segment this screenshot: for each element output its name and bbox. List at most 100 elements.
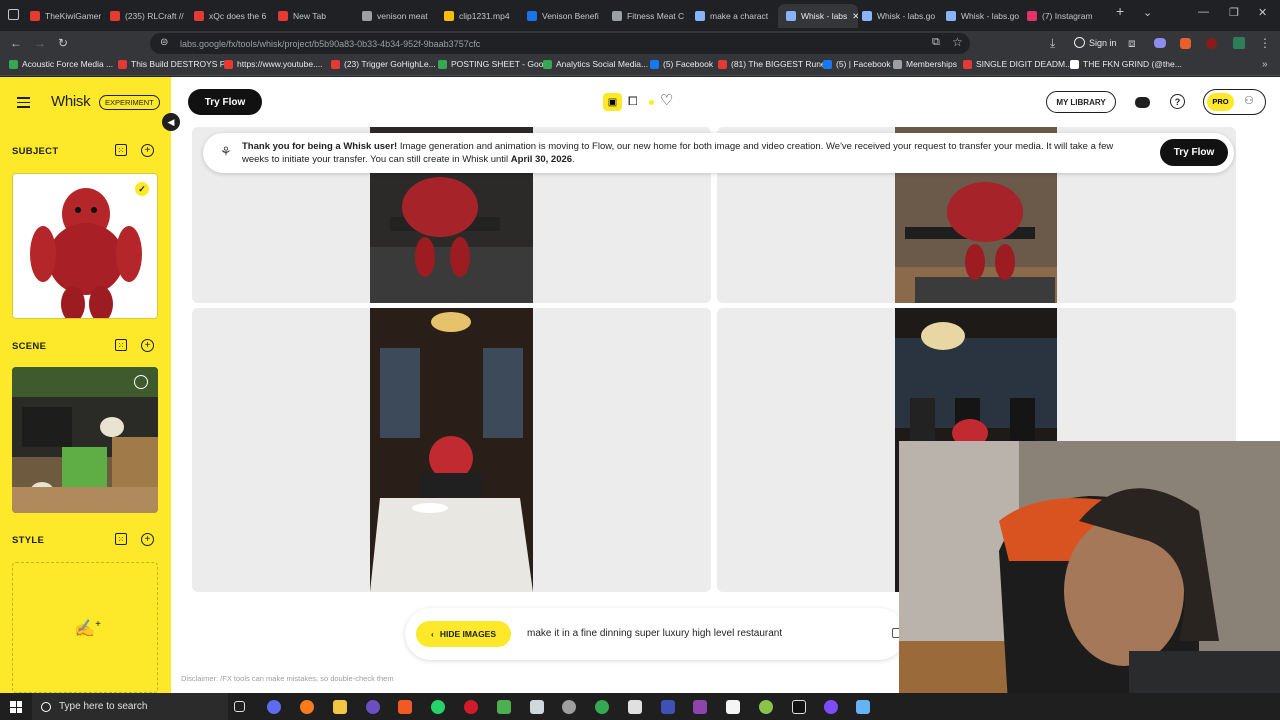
extension-orange-icon[interactable] (1180, 38, 1191, 49)
browser-tab[interactable]: Whisk - labs ✕ (778, 4, 858, 28)
tab-favicon-icon (1027, 11, 1037, 21)
browser-tab[interactable]: TheKiwiGamer (30, 4, 108, 28)
taskbar-app-19-icon[interactable] (856, 700, 870, 714)
collapse-sidebar-button[interactable]: ◀ (162, 113, 180, 131)
hide-images-button[interactable]: ‹ HIDE IMAGES (416, 621, 511, 647)
scene-image-card[interactable] (12, 367, 158, 513)
bookmark-item[interactable]: (5) | Facebook (823, 59, 891, 69)
bookmark-item[interactable]: Analytics Social Media... (543, 59, 648, 69)
taskbar-firefox-icon[interactable] (300, 700, 314, 714)
new-tab-icon[interactable]: + (1116, 3, 1124, 19)
discord-icon[interactable] (1135, 97, 1150, 108)
taskbar-app-8-icon[interactable] (497, 700, 511, 714)
try-flow-header-button[interactable]: Try Flow (188, 89, 262, 115)
taskbar-app-16-icon[interactable] (759, 700, 773, 714)
taskbar-explorer-icon[interactable] (333, 700, 347, 714)
tab-close-icon[interactable]: ✕ (852, 11, 858, 22)
taskbar-chrome-icon[interactable] (595, 700, 609, 714)
result-image-restaurant-1[interactable] (370, 308, 533, 592)
extension-discord-icon[interactable] (1154, 38, 1166, 48)
minimize-icon[interactable]: — (1198, 6, 1209, 18)
bookmark-item[interactable]: This Build DESTROYS P... (118, 59, 231, 69)
bookmark-item[interactable]: POSTING SHEET - Goo... (438, 59, 551, 69)
selected-check-icon[interactable]: ✓ (135, 182, 149, 196)
bookmark-item[interactable]: Memberships (893, 59, 957, 69)
taskbar-winrar-icon[interactable] (693, 700, 707, 714)
extension-vpn-icon[interactable] (1233, 37, 1245, 49)
style-dice-icon[interactable]: ⁙ (115, 533, 127, 545)
taskbar-app-17-icon[interactable] (792, 700, 806, 714)
extension-red-icon[interactable] (1206, 38, 1217, 49)
prompt-input[interactable]: make it in a fine dinning super luxury h… (527, 628, 782, 639)
help-icon[interactable]: ? (1170, 94, 1185, 109)
scene-dice-icon[interactable]: ⁙ (115, 339, 127, 351)
scene-add-icon[interactable]: + (141, 339, 154, 352)
browser-tab[interactable]: clip1231.mp4 (444, 4, 522, 28)
taskbar-app-13-icon[interactable] (661, 700, 675, 714)
browser-tab[interactable]: Fitness Meat C (612, 4, 690, 28)
tab-search-icon[interactable] (8, 9, 19, 20)
bookmark-label: (23) Trigger GoHighLe... (344, 59, 436, 69)
browser-tab[interactable]: xQc does the 6 (194, 4, 274, 28)
reload-icon[interactable]: ↻ (58, 36, 68, 50)
bookmark-item[interactable]: (5) Facebook (650, 59, 713, 69)
close-window-icon[interactable]: ✕ (1258, 6, 1267, 19)
banner-try-flow-button[interactable]: Try Flow (1160, 139, 1228, 166)
bookmark-item[interactable]: SINGLE DIGIT DEADM... (963, 59, 1072, 69)
favorites-heart-icon[interactable]: ♡ (660, 91, 673, 109)
style-empty-card[interactable]: ✍+ (12, 562, 158, 693)
app-logo[interactable]: Whisk (51, 93, 91, 110)
taskbar-app-1-icon[interactable] (267, 700, 281, 714)
browser-tab[interactable]: Whisk - labs.go (946, 4, 1024, 28)
account-pill[interactable]: PRO ⚇ (1203, 89, 1266, 115)
taskbar-capcut-icon[interactable] (726, 700, 740, 714)
extensions-icon[interactable]: ⧈ (1128, 36, 1136, 51)
video-mode-icon[interactable]: ⧠ (628, 94, 638, 109)
subject-add-icon[interactable]: + (141, 144, 154, 157)
bookmarks-more-icon[interactable]: » (1262, 59, 1268, 70)
download-icon[interactable]: ⤓ (1050, 36, 1055, 51)
bookmark-item[interactable]: (23) Trigger GoHighLe... (331, 59, 436, 69)
hamburger-menu-icon[interactable] (17, 97, 30, 108)
browser-tab[interactable]: Venison Benefi (527, 4, 607, 28)
browser-menu-icon[interactable]: ⋮ (1259, 36, 1271, 50)
bookmark-favicon-icon (893, 59, 902, 69)
browser-tab[interactable]: make a charact (695, 4, 773, 28)
taskbar-opera-icon[interactable] (464, 700, 478, 714)
bookmark-star-icon[interactable]: ☆ (952, 35, 963, 49)
taskbar-app-4-icon[interactable] (366, 700, 380, 714)
bookmark-label: (5) Facebook (663, 59, 714, 69)
bookmark-item[interactable]: (81) The BIGGEST Rune... (718, 59, 833, 69)
address-bar[interactable]: ⊜ labs.google/fx/tools/whisk/project/b5b… (150, 33, 970, 54)
bookmark-item[interactable]: Acoustic Force Media ... (9, 59, 113, 69)
windows-start-icon[interactable] (10, 701, 22, 713)
my-library-button[interactable]: MY LIBRARY (1046, 91, 1116, 113)
maximize-icon[interactable]: ❐ (1229, 6, 1239, 19)
install-app-icon[interactable]: ⧉ (932, 36, 940, 49)
browser-tab[interactable]: (235) RLCraft // (110, 4, 190, 28)
taskbar-search[interactable]: Type here to search (32, 693, 228, 720)
browser-tab[interactable]: (7) Instagram (1027, 4, 1107, 28)
style-add-icon[interactable]: + (141, 533, 154, 546)
browser-tab[interactable]: New Tab (278, 4, 358, 28)
bookmark-item[interactable]: THE FKN GRIND (@the... (1070, 59, 1182, 69)
task-view-icon[interactable] (234, 701, 245, 712)
subject-dice-icon[interactable]: ⁙ (115, 144, 127, 156)
scene-select-circle-icon[interactable] (134, 375, 148, 389)
taskbar-whatsapp-icon[interactable] (431, 700, 445, 714)
taskbar-app-12-icon[interactable] (628, 700, 642, 714)
taskbar-brave-icon[interactable] (398, 700, 412, 714)
bookmark-item[interactable]: https://www.youtube.... (224, 59, 323, 69)
site-info-icon[interactable]: ⊜ (160, 37, 168, 48)
image-mode-icon[interactable]: ▣ (603, 93, 622, 111)
tab-list-chevron-icon[interactable]: ⌄ (1143, 6, 1152, 19)
taskbar-app-18-icon[interactable] (824, 700, 838, 714)
taskbar-app-10-icon[interactable] (562, 700, 576, 714)
browser-tab[interactable]: venison meat (362, 4, 440, 28)
taskbar-app-9-icon[interactable] (530, 700, 544, 714)
sign-in-button[interactable]: Sign in (1074, 37, 1117, 48)
back-icon[interactable]: ← (10, 36, 22, 50)
forward-icon[interactable]: → (34, 36, 46, 50)
browser-tab[interactable]: Whisk - labs.go (862, 4, 942, 28)
subject-image-card[interactable]: ✓ (12, 173, 158, 319)
